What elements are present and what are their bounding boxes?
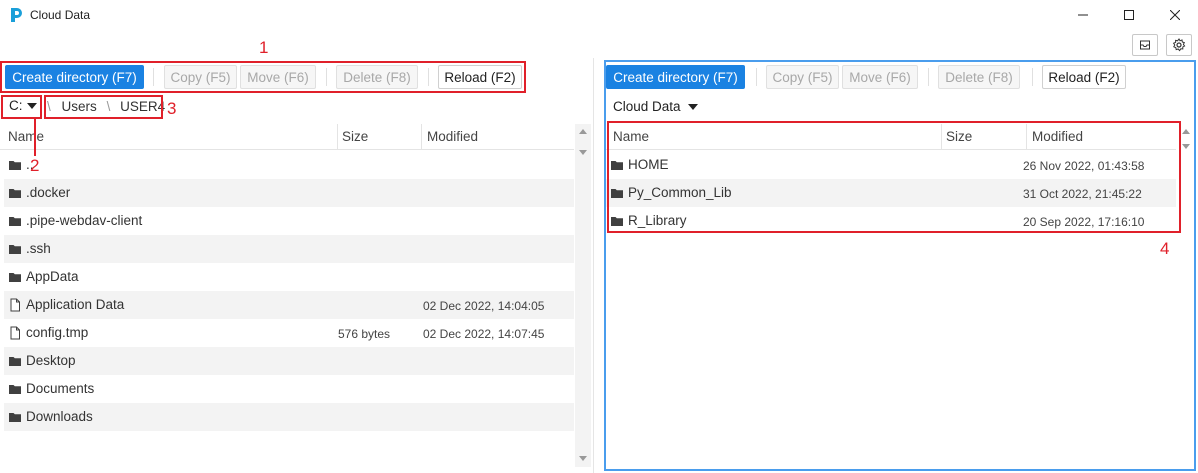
annotation-number-2: 2 xyxy=(30,156,40,175)
right-reload-button[interactable]: Reload (F2) xyxy=(1042,65,1126,89)
right-delete-button[interactable]: Delete (F8) xyxy=(938,65,1020,89)
file-size: 576 bytes xyxy=(338,327,391,341)
scroll-down-icon[interactable] xyxy=(579,150,587,155)
scroll-down-icon[interactable] xyxy=(579,456,587,461)
storage-label: Cloud Data xyxy=(613,99,681,114)
maximize-button[interactable] xyxy=(1106,0,1152,30)
folder-icon xyxy=(8,270,22,284)
minimize-button[interactable] xyxy=(1060,0,1106,30)
file-name: Application Data xyxy=(26,297,125,312)
minimize-icon xyxy=(1078,14,1088,16)
toolbar-separator xyxy=(928,68,929,86)
file-row[interactable]: .ssh xyxy=(4,235,574,263)
folder-icon xyxy=(8,158,22,172)
title-bar: Cloud Data xyxy=(0,0,1198,30)
folder-icon xyxy=(8,410,22,424)
folder-icon xyxy=(8,242,22,256)
annotation-number-4: 4 xyxy=(1160,239,1170,258)
folder-icon xyxy=(8,382,22,396)
file-name: .docker xyxy=(26,185,71,200)
scroll-down-icon[interactable] xyxy=(1182,144,1190,149)
file-row[interactable]: config.tmp 576 bytes 02 Dec 2022, 14:07:45 xyxy=(4,319,574,347)
panel-divider[interactable] xyxy=(593,58,594,473)
app-logo-icon xyxy=(11,8,22,22)
maximize-icon xyxy=(1124,10,1134,20)
window-title: Cloud Data xyxy=(30,8,91,22)
column-header-name[interactable]: Name xyxy=(8,129,44,144)
settings-button[interactable] xyxy=(1166,34,1192,56)
scroll-up-icon[interactable] xyxy=(579,129,587,134)
file-modified: 02 Dec 2022, 14:04:05 xyxy=(423,299,545,313)
folder-icon xyxy=(8,186,22,200)
file-name: .pipe-webdav-client xyxy=(26,213,143,228)
file-name: config.tmp xyxy=(26,325,89,340)
annotation-connector xyxy=(34,119,36,156)
file-name: Downloads xyxy=(26,409,93,424)
folder-icon xyxy=(8,354,22,368)
file-row[interactable]: Desktop xyxy=(4,347,574,375)
annotation-box-drive xyxy=(1,95,42,119)
file-row[interactable]: Application Data 02 Dec 2022, 14:04:05 xyxy=(4,291,574,319)
column-divider[interactable] xyxy=(337,124,338,150)
left-scrollbar[interactable] xyxy=(575,124,591,467)
column-header-modified[interactable]: Modified xyxy=(427,129,478,144)
right-create-directory-button[interactable]: Create directory (F7) xyxy=(606,65,745,89)
right-copy-button[interactable]: Copy (F5) xyxy=(766,65,839,89)
file-name: AppData xyxy=(26,269,79,284)
file-name: Desktop xyxy=(26,353,76,368)
inbox-icon xyxy=(1140,40,1150,50)
column-header-size[interactable]: Size xyxy=(342,129,368,144)
file-row[interactable]: .. xyxy=(4,151,574,179)
column-divider[interactable] xyxy=(421,124,422,150)
annotation-box-toolbar xyxy=(0,61,526,93)
caret-down-icon xyxy=(687,103,698,110)
storage-selector[interactable]: Cloud Data xyxy=(613,99,698,114)
file-icon xyxy=(8,326,22,340)
file-name: .ssh xyxy=(26,241,51,256)
annotation-box-cloud-list xyxy=(607,121,1181,233)
toolbar-separator xyxy=(756,68,757,86)
file-modified: 02 Dec 2022, 14:07:45 xyxy=(423,327,545,341)
local-files-panel: Create directory (F7) Copy (F5) Move (F6… xyxy=(0,58,592,473)
file-row[interactable]: AppData xyxy=(4,263,574,291)
file-row[interactable]: .docker xyxy=(4,179,574,207)
gear-icon xyxy=(1172,38,1186,52)
left-grid-header: Name Size Modified xyxy=(0,124,574,150)
file-row[interactable]: .pipe-webdav-client xyxy=(4,207,574,235)
folder-icon xyxy=(8,214,22,228)
scroll-up-icon[interactable] xyxy=(1182,129,1190,134)
toolbar-separator xyxy=(1032,68,1033,86)
notifications-button[interactable] xyxy=(1132,34,1158,56)
annotation-number-1: 1 xyxy=(259,38,269,57)
annotation-box-breadcrumb xyxy=(44,95,163,119)
close-icon xyxy=(1170,10,1180,20)
file-row[interactable]: Documents xyxy=(4,375,574,403)
file-name: Documents xyxy=(26,381,95,396)
file-row[interactable]: Downloads xyxy=(4,403,574,431)
right-move-button[interactable]: Move (F6) xyxy=(842,65,918,89)
file-icon xyxy=(8,298,22,312)
annotation-number-3: 3 xyxy=(167,99,177,118)
close-button[interactable] xyxy=(1152,0,1198,30)
